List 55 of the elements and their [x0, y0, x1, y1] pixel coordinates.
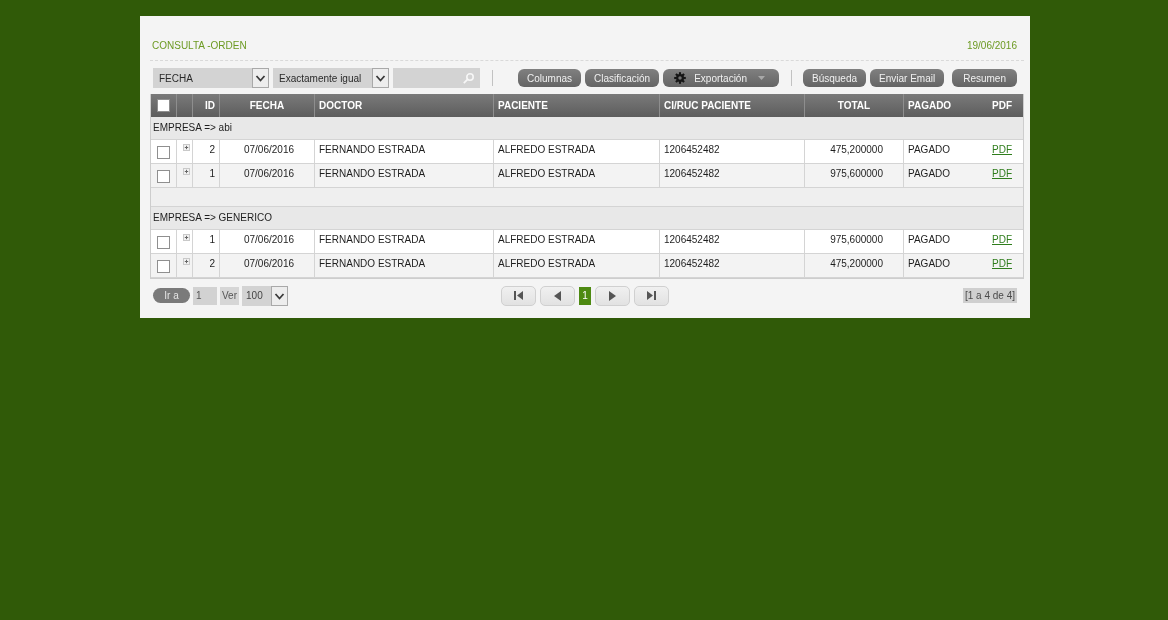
checkbox[interactable]	[157, 170, 170, 183]
go-to-button[interactable]: Ir a	[153, 288, 190, 303]
first-page-icon	[514, 291, 523, 300]
table-cell: 475,200000	[805, 254, 904, 278]
plus-icon[interactable]	[183, 168, 190, 175]
search-icon	[463, 72, 474, 84]
toolbar-button[interactable]: Resumen	[952, 69, 1017, 87]
record-range-text: [1 a 4 de 4]	[962, 288, 1017, 303]
pdf-link[interactable]: PDF	[992, 144, 1012, 155]
chevron-down-icon	[252, 68, 269, 88]
gear-icon	[674, 72, 687, 84]
first-page-button[interactable]	[501, 285, 536, 306]
previous-page-icon	[554, 290, 561, 301]
pdf-link[interactable]: PDF	[992, 234, 1012, 245]
page-input[interactable]: 1	[193, 286, 217, 305]
plus-icon[interactable]	[183, 144, 190, 151]
plus-icon[interactable]	[183, 258, 190, 265]
checkbox[interactable]	[157, 236, 170, 249]
search-field[interactable]	[393, 68, 480, 88]
checkbox[interactable]	[157, 260, 170, 273]
plus-icon[interactable]	[183, 234, 190, 241]
menu-button[interactable]: Exportación	[663, 69, 779, 87]
column-header[interactable]: PDF	[980, 94, 1023, 117]
chevron-down-icon	[271, 285, 288, 306]
dropdown[interactable]: Exactamente igual	[273, 68, 389, 88]
checkbox[interactable]	[157, 146, 170, 159]
previous-page-button[interactable]	[540, 285, 575, 306]
table-cell: ALFREDO ESTRADA	[494, 254, 660, 278]
next-page-button[interactable]	[595, 285, 630, 306]
page-title: CONSULTA -ORDEN	[152, 39, 247, 53]
page-button[interactable]: 1	[579, 286, 591, 305]
toolbar-button[interactable]: Columnas	[518, 69, 582, 87]
table-cell: PAGADO	[904, 254, 980, 278]
toolbar-button[interactable]: Enviar Email	[870, 69, 945, 87]
date-text: 19/06/2016	[966, 39, 1017, 53]
chevron-down-icon	[372, 68, 389, 88]
per-page-dropdown[interactable]: 100	[242, 285, 288, 306]
table-cell: 1206452482	[660, 254, 805, 278]
dropdown[interactable]: FECHA	[153, 68, 269, 88]
group-header: EMPRESA => abi	[151, 117, 1023, 140]
last-page-icon	[647, 291, 656, 300]
checkbox[interactable]	[157, 99, 170, 112]
column-header[interactable]: PAGADO	[904, 94, 980, 117]
table-cell: FERNANDO ESTRADA	[315, 254, 494, 278]
group-header: EMPRESA => GENERICO	[151, 207, 1023, 230]
caret-icon	[758, 76, 765, 80]
table-cell: 2	[193, 254, 220, 278]
toolbar-button[interactable]: Clasificación	[585, 69, 660, 87]
pdf-link[interactable]: PDF	[992, 258, 1012, 269]
next-page-icon	[609, 290, 616, 301]
last-page-button[interactable]	[634, 285, 669, 306]
table-cell: 07/06/2016	[220, 254, 315, 278]
per-page-label: Ver	[220, 286, 239, 305]
toolbar-button[interactable]: Búsqueda	[803, 69, 867, 87]
pdf-link[interactable]: PDF	[992, 168, 1012, 179]
